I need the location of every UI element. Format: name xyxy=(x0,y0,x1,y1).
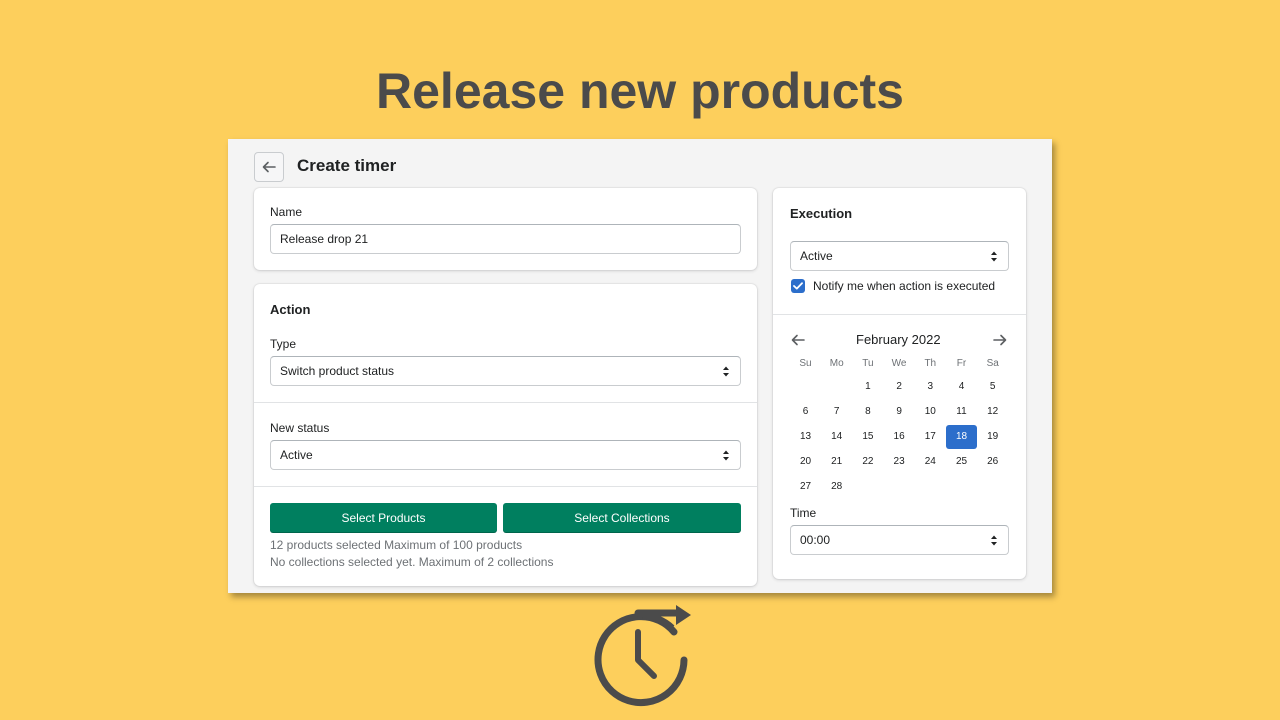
calendar-day[interactable]: 11 xyxy=(946,400,977,424)
prev-month-button[interactable] xyxy=(790,332,806,348)
time-select[interactable]: 00:00 xyxy=(790,525,1009,555)
calendar-day[interactable]: 21 xyxy=(821,450,852,474)
name-field-value: Release drop 21 xyxy=(280,232,369,246)
calendar-day[interactable]: 5 xyxy=(977,375,1008,399)
calendar-day[interactable]: 27 xyxy=(790,475,821,499)
calendar-day[interactable]: 22 xyxy=(852,450,883,474)
calendar-day[interactable]: 10 xyxy=(915,400,946,424)
calendar-day[interactable]: 17 xyxy=(915,425,946,449)
time-label: Time xyxy=(790,506,817,520)
type-label: Type xyxy=(270,337,297,351)
weekday-label: Tu xyxy=(862,358,874,369)
calendar-day[interactable]: 4 xyxy=(946,375,977,399)
calendar-day[interactable]: 14 xyxy=(821,425,852,449)
calendar-day[interactable]: 15 xyxy=(852,425,883,449)
collections-help-text: No collections selected yet. Maximum of … xyxy=(270,555,554,569)
type-select[interactable]: Switch product status xyxy=(270,356,741,386)
name-field[interactable]: Release drop 21 xyxy=(270,224,741,254)
weekday-label: Fr xyxy=(956,358,967,369)
chevron-up-down-icon xyxy=(723,450,729,461)
calendar-day[interactable]: 24 xyxy=(915,450,946,474)
calendar-day[interactable]: 26 xyxy=(977,450,1008,474)
page-title: Create timer xyxy=(297,156,397,175)
calendar-day[interactable]: 19 xyxy=(977,425,1008,449)
weekday-label: Sa xyxy=(986,358,999,369)
calendar-day[interactable]: 3 xyxy=(915,375,946,399)
chevron-up-down-icon xyxy=(991,251,997,262)
hero-title: Release new products xyxy=(376,63,904,119)
calendar-month-label: February 2022 xyxy=(856,332,941,347)
back-button[interactable] xyxy=(254,152,284,182)
action-divider-1 xyxy=(254,402,757,403)
notify-checkbox[interactable] xyxy=(791,279,805,293)
action-card: Action Type Switch product status New st… xyxy=(254,284,757,586)
calendar-day[interactable]: 16 xyxy=(884,425,915,449)
new-status-select[interactable]: Active xyxy=(270,440,741,470)
type-select-value: Switch product status xyxy=(280,364,395,378)
execution-card: Execution Active Notify me when action i… xyxy=(773,188,1026,579)
calendar-day[interactable]: 2 xyxy=(884,375,915,399)
name-label: Name xyxy=(270,205,303,219)
name-card: Name Release drop 21 xyxy=(254,188,757,270)
select-products-button[interactable]: Select Products xyxy=(270,503,497,533)
calendar-day[interactable]: 8 xyxy=(852,400,883,424)
weekday-label: Th xyxy=(924,358,937,369)
action-heading: Action xyxy=(270,302,311,317)
execution-heading: Execution xyxy=(790,206,853,221)
chevron-up-down-icon xyxy=(723,366,729,377)
notify-label: Notify me when action is executed xyxy=(813,279,996,293)
calendar-day[interactable]: 9 xyxy=(884,400,915,424)
select-collections-button[interactable]: Select Collections xyxy=(503,503,741,533)
checkmark-icon xyxy=(793,282,803,290)
app-window: Create timer Name Release drop 21 Action… xyxy=(228,139,1052,593)
calendar-day[interactable]: 7 xyxy=(821,400,852,424)
weekday-label: Mo xyxy=(829,358,844,369)
calendar-day[interactable]: 6 xyxy=(790,400,821,424)
execution-status-value: Active xyxy=(800,249,833,263)
calendar-day[interactable]: 20 xyxy=(790,450,821,474)
new-status-label: New status xyxy=(270,421,330,435)
arrow-left-icon xyxy=(262,161,276,173)
calendar-day[interactable]: 1 xyxy=(852,375,883,399)
execution-status-select[interactable]: Active xyxy=(790,241,1009,271)
calendar-day[interactable]: 13 xyxy=(790,425,821,449)
chevron-up-down-icon xyxy=(991,535,997,546)
action-divider-2 xyxy=(254,486,757,487)
weekday-label: We xyxy=(891,358,907,369)
calendar-day[interactable]: 28 xyxy=(821,475,852,499)
time-select-value: 00:00 xyxy=(800,533,831,547)
new-status-value: Active xyxy=(280,448,313,462)
next-month-button[interactable] xyxy=(992,332,1008,348)
products-help-text: 12 products selected Maximum of 100 prod… xyxy=(270,538,523,552)
calendar-day-selected[interactable]: 18 xyxy=(946,425,977,449)
calendar-day[interactable]: 25 xyxy=(946,450,977,474)
clock-refresh-icon xyxy=(594,605,691,707)
calendar-day[interactable]: 12 xyxy=(977,400,1008,424)
calendar-day[interactable]: 23 xyxy=(884,450,915,474)
execution-divider xyxy=(773,314,1026,315)
weekday-label: Su xyxy=(799,358,812,369)
